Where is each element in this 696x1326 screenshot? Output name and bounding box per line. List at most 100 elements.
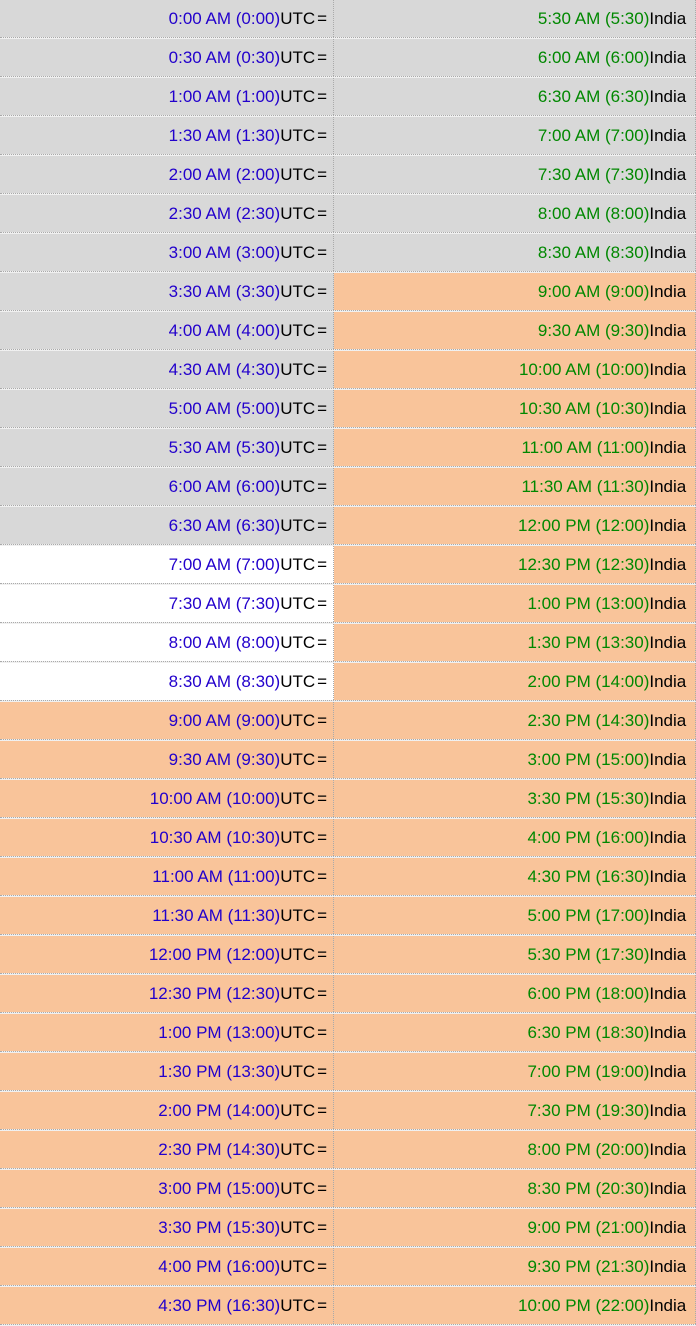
table-row: 2:00 PM (14:00) UTC =7:30 PM (19:30) Ind… (0, 1092, 696, 1130)
india-time: 6:00 AM (6:00) (538, 48, 650, 68)
table-row: 1:30 AM (1:30) UTC =7:00 AM (7:00) India (0, 117, 696, 155)
india-cell: 6:00 PM (18:00) India (334, 975, 696, 1012)
utc-label: UTC (280, 87, 315, 107)
india-cell: 12:00 PM (12:00) India (334, 507, 696, 544)
utc-label: UTC (280, 399, 315, 419)
table-row: 8:30 AM (8:30) UTC =2:00 PM (14:00) Indi… (0, 663, 696, 701)
india-time: 1:30 PM (13:30) (527, 633, 649, 653)
utc-time: 5:30 AM (5:30) (169, 438, 281, 458)
equals-sign: = (317, 906, 327, 926)
india-time: 6:00 PM (18:00) (527, 984, 649, 1004)
equals-sign: = (317, 243, 327, 263)
india-time: 5:00 PM (17:00) (527, 906, 649, 926)
utc-time: 4:00 PM (16:00) (158, 1257, 280, 1277)
utc-cell: 5:30 AM (5:30) UTC = (0, 429, 334, 466)
utc-time: 3:30 AM (3:30) (169, 282, 281, 302)
utc-cell: 5:00 AM (5:00) UTC = (0, 390, 334, 427)
india-cell: 8:00 PM (20:00) India (334, 1131, 696, 1168)
table-row: 12:30 PM (12:30) UTC =6:00 PM (18:00) In… (0, 975, 696, 1013)
table-row: 3:30 PM (15:30) UTC =9:00 PM (21:00) Ind… (0, 1209, 696, 1247)
equals-sign: = (317, 945, 327, 965)
equals-sign: = (317, 984, 327, 1004)
india-label: India (649, 126, 686, 146)
table-row: 9:30 AM (9:30) UTC =3:00 PM (15:00) Indi… (0, 741, 696, 779)
utc-cell: 9:30 AM (9:30) UTC = (0, 741, 334, 778)
india-time: 2:00 PM (14:00) (527, 672, 649, 692)
india-time: 5:30 PM (17:30) (527, 945, 649, 965)
utc-label: UTC (280, 9, 315, 29)
table-row: 4:30 AM (4:30) UTC =10:00 AM (10:00) Ind… (0, 351, 696, 389)
equals-sign: = (317, 633, 327, 653)
utc-label: UTC (280, 1257, 315, 1277)
india-label: India (649, 204, 686, 224)
india-label: India (649, 906, 686, 926)
utc-label: UTC (280, 321, 315, 341)
india-time: 12:00 PM (12:00) (518, 516, 649, 536)
utc-label: UTC (280, 672, 315, 692)
equals-sign: = (317, 828, 327, 848)
utc-label: UTC (280, 1101, 315, 1121)
equals-sign: = (317, 165, 327, 185)
equals-sign: = (317, 555, 327, 575)
india-label: India (649, 87, 686, 107)
equals-sign: = (317, 321, 327, 341)
equals-sign: = (317, 399, 327, 419)
india-cell: 6:30 PM (18:30) India (334, 1014, 696, 1051)
table-row: 10:30 AM (10:30) UTC =4:00 PM (16:00) In… (0, 819, 696, 857)
india-time: 9:30 PM (21:30) (527, 1257, 649, 1277)
utc-time: 3:00 PM (15:00) (158, 1179, 280, 1199)
india-time: 10:30 AM (10:30) (519, 399, 649, 419)
india-cell: 9:00 PM (21:00) India (334, 1209, 696, 1246)
utc-time: 7:30 AM (7:30) (169, 594, 281, 614)
utc-label: UTC (280, 126, 315, 146)
utc-time: 11:00 AM (11:00) (152, 867, 280, 887)
india-cell: 5:00 PM (17:00) India (334, 897, 696, 934)
india-time: 8:30 PM (20:30) (527, 1179, 649, 1199)
equals-sign: = (317, 1101, 327, 1121)
india-cell: 7:30 AM (7:30) India (334, 156, 696, 193)
utc-time: 0:00 AM (0:00) (169, 9, 281, 29)
utc-time: 3:00 AM (3:00) (169, 243, 281, 263)
india-time: 6:30 PM (18:30) (527, 1023, 649, 1043)
utc-time: 11:30 AM (11:30) (152, 906, 280, 926)
india-time: 7:00 AM (7:00) (538, 126, 650, 146)
india-label: India (649, 48, 686, 68)
utc-label: UTC (280, 633, 315, 653)
table-row: 11:30 AM (11:30) UTC =5:00 PM (17:00) In… (0, 897, 696, 935)
india-label: India (649, 360, 686, 380)
utc-time: 6:30 AM (6:30) (169, 516, 281, 536)
utc-time: 3:30 PM (15:30) (158, 1218, 280, 1238)
table-row: 11:00 AM (11:00) UTC =4:30 PM (16:30) In… (0, 858, 696, 896)
utc-label: UTC (280, 1062, 315, 1082)
india-label: India (649, 477, 686, 497)
india-cell: 7:00 AM (7:00) India (334, 117, 696, 154)
utc-cell: 1:00 AM (1:00) UTC = (0, 78, 334, 115)
utc-cell: 9:00 AM (9:00) UTC = (0, 702, 334, 739)
table-row: 1:00 AM (1:00) UTC =6:30 AM (6:30) India (0, 78, 696, 116)
india-label: India (649, 1062, 686, 1082)
utc-cell: 3:30 PM (15:30) UTC = (0, 1209, 334, 1246)
india-time: 3:30 PM (15:30) (527, 789, 649, 809)
equals-sign: = (317, 1218, 327, 1238)
utc-time: 1:30 AM (1:30) (169, 126, 281, 146)
utc-label: UTC (280, 1140, 315, 1160)
utc-label: UTC (280, 477, 315, 497)
india-cell: 11:30 AM (11:30) India (334, 468, 696, 505)
equals-sign: = (317, 360, 327, 380)
equals-sign: = (317, 672, 327, 692)
india-cell: 5:30 AM (5:30) India (334, 0, 696, 37)
india-time: 2:30 PM (14:30) (527, 711, 649, 731)
utc-time: 2:30 AM (2:30) (169, 204, 281, 224)
india-time: 10:00 AM (10:00) (519, 360, 649, 380)
utc-cell: 3:00 AM (3:00) UTC = (0, 234, 334, 271)
table-row: 3:00 AM (3:00) UTC =8:30 AM (8:30) India (0, 234, 696, 272)
utc-label: UTC (280, 516, 315, 536)
india-label: India (649, 1140, 686, 1160)
india-label: India (649, 594, 686, 614)
india-cell: 3:00 PM (15:00) India (334, 741, 696, 778)
table-row: 2:00 AM (2:00) UTC =7:30 AM (7:30) India (0, 156, 696, 194)
table-row: 6:00 AM (6:00) UTC =11:30 AM (11:30) Ind… (0, 468, 696, 506)
utc-time: 10:00 AM (10:00) (150, 789, 280, 809)
utc-time: 7:00 AM (7:00) (169, 555, 281, 575)
equals-sign: = (317, 1140, 327, 1160)
